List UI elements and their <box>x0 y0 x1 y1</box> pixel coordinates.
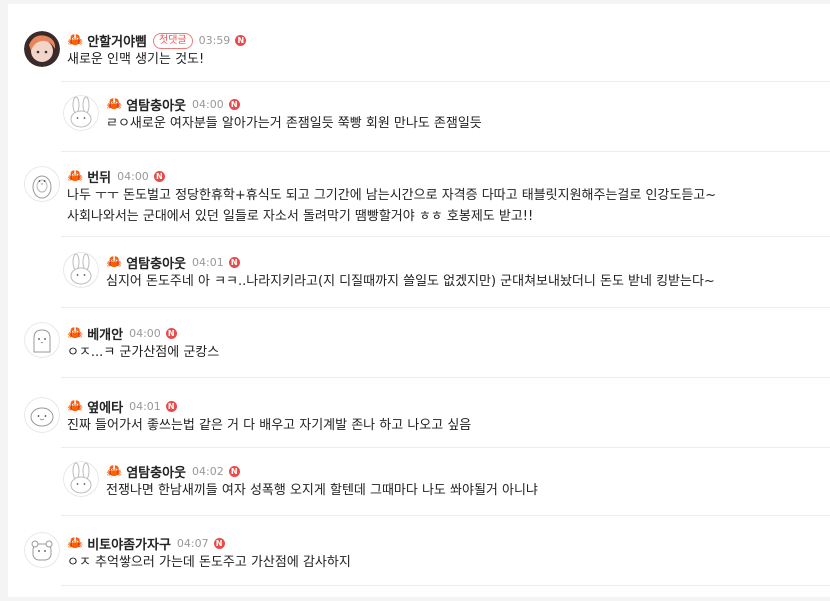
nickname[interactable]: 안할거야삠 <box>87 31 147 50</box>
new-badge-icon: N <box>213 538 225 549</box>
comment-time: 04:00 <box>117 170 149 183</box>
nickname[interactable]: 염탐충아웃 <box>126 462 186 481</box>
comment-time: 04:01 <box>192 256 224 269</box>
nickname[interactable]: 번뒤 <box>87 167 111 186</box>
crab-icon: 🦀 <box>67 536 84 551</box>
divider <box>61 377 830 378</box>
comment-time: 04:01 <box>129 400 161 413</box>
nickname[interactable]: 베개안 <box>87 324 123 343</box>
divider <box>61 236 830 237</box>
comment-line: 전쟁나면 한남새끼들 여자 성폭행 오지게 할텐데 그때마다 나도 쏴야될거 아… <box>106 483 538 498</box>
comment-text: 전쟁나면 한남새끼들 여자 성폭행 오지게 할텐데 그때마다 나도 쏴야될거 아… <box>106 480 538 501</box>
user-avatar[interactable] <box>24 322 60 358</box>
new-badge-icon: N <box>228 99 240 110</box>
new-badge-icon: N <box>165 328 177 339</box>
user-avatar[interactable] <box>63 95 99 131</box>
comment-line: ㄹㅇ새로운 여자분들 알아가는거 존잼일듯 쭉빵 회원 만나도 존잼일듯 <box>106 116 482 131</box>
user-avatar[interactable] <box>24 166 60 202</box>
new-badge-icon: N <box>228 257 240 268</box>
comment-line: ㅇㅈ...ㅋ 군가산점에 군캉스 <box>67 345 220 360</box>
user-avatar[interactable] <box>24 532 60 568</box>
comment-line: 나두 ㅜㅜ 돈도벌고 정당한휴학+휴식도 되고 그기간에 남는시간으로 자격증 … <box>67 188 717 203</box>
comment-line: 사회나와서는 군대에서 있던 일들로 자소서 돌려막기 땜빵할거야 ㅎㅎ 호봉제… <box>67 209 534 224</box>
new-badge-icon: N <box>165 401 177 412</box>
comment-list: 🦀 안할거야삠 첫댓글 03:59 N 새로운 인맥 생기는 것도! 🦀 염탐충… <box>8 4 830 597</box>
nickname[interactable]: 비토야좀가자구 <box>87 534 171 553</box>
divider <box>61 515 830 516</box>
comment-time: 03:59 <box>198 34 231 47</box>
crab-icon: 🦀 <box>67 326 84 341</box>
divider <box>61 585 830 586</box>
user-avatar[interactable] <box>63 461 99 497</box>
nickname[interactable]: 염탐충아웃 <box>126 95 186 114</box>
comment-time: 04:07 <box>176 537 209 550</box>
divider <box>61 447 830 448</box>
user-avatar[interactable] <box>24 31 60 67</box>
crab-icon: 🦀 <box>106 97 123 112</box>
comment-line: 새로운 인맥 생기는 것도! <box>67 52 205 67</box>
crab-icon: 🦀 <box>67 169 84 184</box>
divider <box>61 307 830 308</box>
nickname[interactable]: 옆에타 <box>87 397 123 416</box>
comment-text: ㅇㅈ...ㅋ 군가산점에 군캉스 <box>67 342 219 363</box>
comment-line: 진짜 들어가서 좋쓰는법 같은 거 다 배우고 자기계발 존나 하고 나오고 싶… <box>67 418 472 433</box>
user-avatar[interactable] <box>24 397 60 433</box>
comment-text: 새로운 인맥 생기는 것도! <box>67 49 204 70</box>
divider <box>61 151 830 152</box>
user-avatar[interactable] <box>63 252 99 288</box>
crab-icon: 🦀 <box>106 255 123 270</box>
comment-line: 심지어 돈도주네 아 ㅋㅋ..나라지키라고(지 디질때까지 쓸일도 없겠지만) … <box>106 274 715 289</box>
crab-icon: 🦀 <box>106 464 123 479</box>
comment-time: 04:02 <box>192 465 224 478</box>
comment-time: 04:00 <box>192 98 224 111</box>
crab-icon: 🦀 <box>67 33 84 48</box>
comment-text: ㅇㅈ 추억쌓으러 가는데 돈도주고 가산점에 감사하지 <box>67 552 351 573</box>
divider <box>61 81 830 82</box>
comment-text: ㄹㅇ새로운 여자분들 알아가는거 존잼일듯 쭉빵 회원 만나도 존잼일듯 <box>106 113 482 134</box>
crab-icon: 🦀 <box>67 399 84 414</box>
comment-text: 진짜 들어가서 좋쓰는법 같은 거 다 배우고 자기계발 존나 하고 나오고 싶… <box>67 415 471 436</box>
comment-time: 04:00 <box>129 327 161 340</box>
comment-text: 심지어 돈도주네 아 ㅋㅋ..나라지키라고(지 디질때까지 쓸일도 없겠지만) … <box>106 271 715 292</box>
new-badge-icon: N <box>235 35 247 46</box>
comment-line: ㅇㅈ 추억쌓으러 가는데 돈도주고 가산점에 감사하지 <box>67 555 351 570</box>
new-badge-icon: N <box>228 466 240 477</box>
comment-text: 나두 ㅜㅜ 돈도벌고 정당한휴학+휴식도 되고 그기간에 남는시간으로 자격증 … <box>67 185 716 227</box>
new-badge-icon: N <box>153 171 165 182</box>
first-comment-badge: 첫댓글 <box>153 32 193 49</box>
nickname[interactable]: 염탐충아웃 <box>126 253 186 272</box>
